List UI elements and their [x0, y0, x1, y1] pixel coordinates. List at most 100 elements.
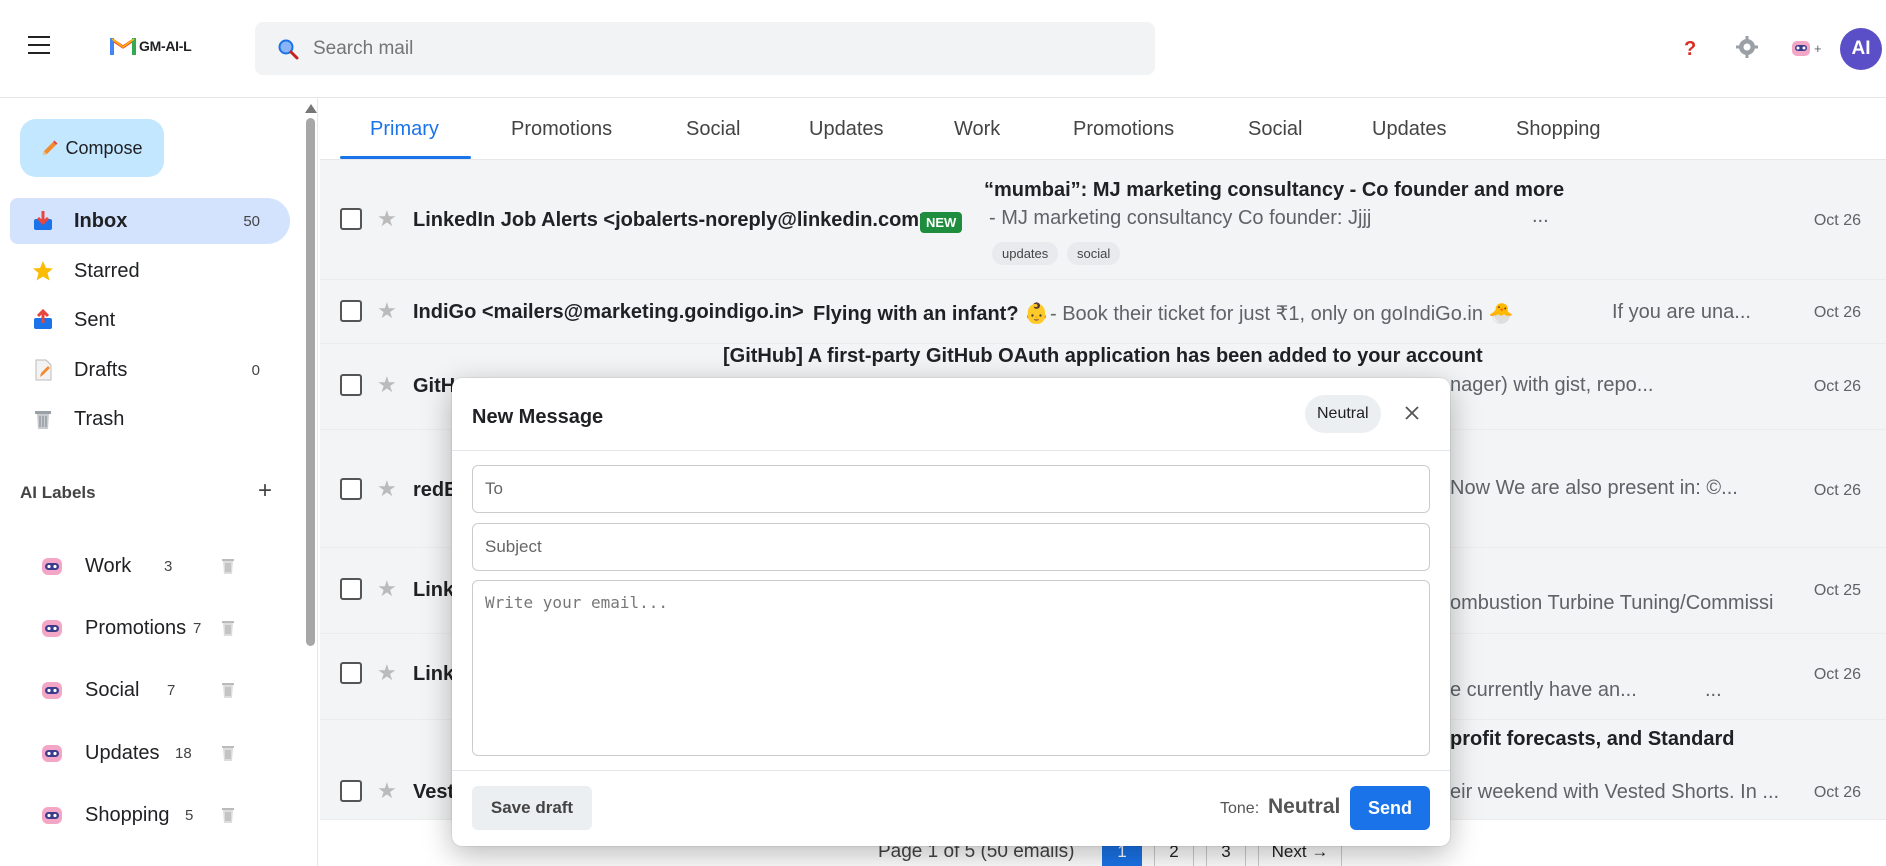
- tab-promotions[interactable]: Promotions: [511, 118, 612, 141]
- mail-app: GM-AI-L ? + AI: [0, 0, 1886, 866]
- row-checkbox[interactable]: [340, 780, 362, 802]
- sidebar: Compose Inbox 50 Starred Sent Drafts 0 T…: [0, 98, 300, 866]
- ai-label-name: Shopping: [85, 803, 170, 826]
- email-sender: LinkedIn Job Alerts <jobalerts-noreply@l…: [413, 209, 931, 231]
- ai-label-name: Work: [85, 554, 132, 577]
- to-field[interactable]: [472, 465, 1430, 513]
- avatar[interactable]: AI: [1840, 28, 1882, 70]
- tone-value[interactable]: Neutral: [1268, 795, 1340, 819]
- gear-icon[interactable]: [1736, 36, 1758, 58]
- app-logo[interactable]: GM-AI-L: [110, 36, 192, 56]
- star-icon[interactable]: ★: [377, 660, 397, 686]
- add-ai-label-button[interactable]: +: [1790, 38, 1822, 58]
- robot-icon: [42, 682, 62, 699]
- send-button[interactable]: Send: [1350, 786, 1430, 830]
- row-checkbox[interactable]: [340, 374, 362, 396]
- active-tab-indicator: [340, 156, 471, 159]
- email-date: Oct 25: [1813, 582, 1861, 599]
- add-label-button[interactable]: +: [258, 477, 272, 505]
- star-icon[interactable]: ★: [377, 576, 397, 602]
- ai-label-promotions[interactable]: Promotions 7: [40, 608, 280, 648]
- sidebar-item-count: 50: [243, 212, 260, 230]
- email-snippet: - Book their ticket for just ₹1, only on…: [1050, 303, 1514, 325]
- modal-footer-divider: [452, 770, 1450, 771]
- email-date: Oct 26: [1813, 666, 1861, 683]
- tab-promotions-2[interactable]: Promotions: [1073, 118, 1174, 141]
- help-icon[interactable]: ?: [1684, 38, 1696, 61]
- tab-social[interactable]: Social: [686, 118, 740, 141]
- delete-label-icon[interactable]: [220, 807, 236, 824]
- row-checkbox[interactable]: [340, 478, 362, 500]
- search-input[interactable]: [313, 37, 1133, 60]
- tab-shopping[interactable]: Shopping: [1516, 118, 1601, 141]
- row-checkbox[interactable]: [340, 662, 362, 684]
- tab-updates-2[interactable]: Updates: [1372, 118, 1447, 141]
- sidebar-item-sent[interactable]: Sent: [10, 297, 290, 343]
- star-icon[interactable]: ★: [377, 372, 397, 398]
- compose-button[interactable]: Compose: [20, 119, 164, 177]
- sidebar-item-label: Sent: [74, 308, 116, 331]
- row-checkbox[interactable]: [340, 208, 362, 230]
- ai-label-work[interactable]: Work 3: [40, 546, 280, 586]
- close-icon[interactable]: [1402, 403, 1422, 423]
- search-bar[interactable]: [255, 22, 1155, 75]
- ai-label-count: 7: [167, 681, 176, 699]
- tone-badge: Neutral: [1305, 395, 1381, 433]
- tone-label: Tone:: [1220, 800, 1260, 817]
- tab-social-2[interactable]: Social: [1248, 118, 1302, 141]
- email-body-input[interactable]: [472, 580, 1430, 756]
- email-date: Oct 26: [1813, 378, 1861, 395]
- sidebar-item-starred[interactable]: Starred: [10, 248, 290, 294]
- sidebar-item-label: Starred: [74, 259, 140, 282]
- email-subject: Flying with an infant? 👶: [813, 303, 1049, 325]
- email-sender: IndiGo <mailers@marketing.goindigo.in>: [413, 301, 804, 323]
- plus-text: +: [1814, 40, 1822, 56]
- sidebar-item-label: Trash: [74, 407, 125, 430]
- ai-label-social[interactable]: Social 7: [40, 670, 280, 710]
- sidebar-scrollbar[interactable]: [302, 98, 318, 866]
- star-icon[interactable]: ★: [377, 298, 397, 324]
- star-icon[interactable]: ★: [377, 476, 397, 502]
- category-tabs: Primary Promotions Social Updates Work P…: [320, 98, 1886, 160]
- robot-icon: [1792, 41, 1810, 56]
- delete-label-icon[interactable]: [220, 682, 236, 699]
- menu-icon[interactable]: [28, 36, 50, 58]
- ai-label-name: Social: [85, 678, 140, 701]
- subject-field[interactable]: [472, 523, 1430, 571]
- sidebar-item-trash[interactable]: Trash: [10, 396, 290, 442]
- delete-label-icon[interactable]: [220, 558, 236, 575]
- scrollbar-thumb[interactable]: [306, 118, 315, 646]
- robot-icon: [42, 807, 62, 824]
- delete-label-icon[interactable]: [220, 620, 236, 637]
- star-icon: [33, 261, 53, 281]
- ai-label-shopping[interactable]: Shopping 5: [40, 795, 280, 835]
- email-snippet-ellipsis: ...: [1705, 679, 1722, 701]
- sidebar-item-inbox[interactable]: Inbox 50: [10, 198, 290, 244]
- top-header: GM-AI-L ? + AI: [0, 0, 1886, 98]
- star-icon[interactable]: ★: [377, 778, 397, 804]
- email-row[interactable]: ★ IndiGo <mailers@marketing.goindigo.in>…: [320, 280, 1886, 344]
- email-snippet-2: If you are una...: [1612, 301, 1751, 323]
- ai-label-updates[interactable]: Updates 18: [40, 733, 280, 773]
- tab-primary[interactable]: Primary: [370, 118, 439, 141]
- save-draft-button[interactable]: Save draft: [472, 786, 592, 830]
- email-sender: Link: [413, 663, 455, 685]
- tab-updates[interactable]: Updates: [809, 118, 884, 141]
- email-tag: social: [1067, 242, 1121, 265]
- modal-title: New Message: [472, 406, 604, 428]
- tab-work[interactable]: Work: [954, 118, 1000, 141]
- sidebar-item-drafts[interactable]: Drafts 0: [10, 347, 290, 393]
- delete-label-icon[interactable]: [220, 745, 236, 762]
- scroll-up-arrow-icon[interactable]: [305, 104, 317, 113]
- email-snippet: eir weekend with Vested Shorts. In ...: [1450, 781, 1780, 803]
- row-checkbox[interactable]: [340, 300, 362, 322]
- ai-label-name: Promotions: [85, 616, 187, 639]
- email-date: Oct 26: [1813, 212, 1861, 229]
- email-snippet: ombustion Turbine Tuning/Commissi: [1450, 592, 1774, 614]
- email-row[interactable]: ★ LinkedIn Job Alerts <jobalerts-noreply…: [320, 160, 1886, 280]
- row-checkbox[interactable]: [340, 578, 362, 600]
- email-tag: updates: [992, 242, 1059, 265]
- sidebar-item-count: 0: [251, 361, 260, 379]
- star-icon[interactable]: ★: [377, 206, 397, 232]
- email-snippet-ellipsis: ...: [1532, 205, 1549, 227]
